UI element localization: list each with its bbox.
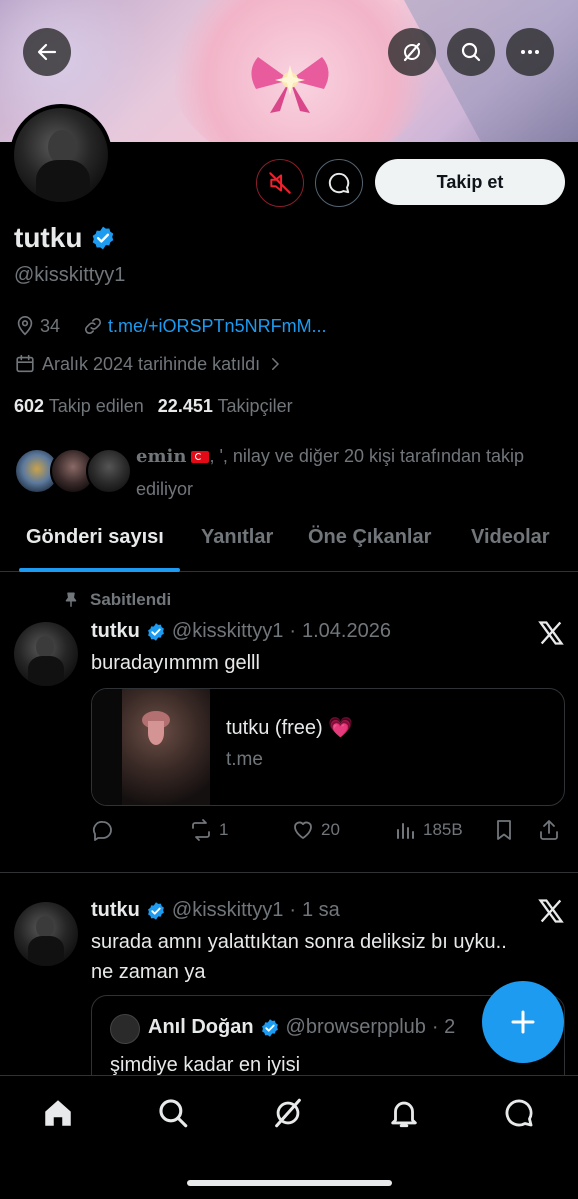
known-followers-text: emin , ', nilay ve diğer 20 kişi tarafın… bbox=[136, 446, 525, 499]
verified-badge-icon[interactable] bbox=[90, 225, 116, 251]
grok-icon[interactable] bbox=[271, 1096, 305, 1130]
follow-stats: 602 Takip edilen 22.451 Takipçiler bbox=[14, 396, 293, 417]
views-icon bbox=[397, 823, 414, 839]
quote-text: şimdiye kadar en iyisi bbox=[110, 1054, 301, 1076]
quote-avatar bbox=[110, 1014, 140, 1044]
follower-avatar bbox=[86, 448, 132, 494]
search-icon[interactable] bbox=[156, 1096, 190, 1130]
card-domain: t.me bbox=[226, 749, 263, 770]
tab-posts[interactable]: Gönderi sayısı bbox=[26, 526, 164, 549]
location-pin-icon bbox=[17, 316, 33, 336]
notifications-bell-icon[interactable] bbox=[387, 1096, 421, 1130]
tab-replies[interactable]: Yanıtlar bbox=[201, 526, 273, 549]
followers-stat[interactable]: 22.451 Takipçiler bbox=[158, 396, 293, 417]
post-avatar[interactable] bbox=[14, 622, 78, 686]
back-button[interactable] bbox=[23, 28, 71, 76]
card-thumbnail bbox=[92, 689, 210, 805]
profile-avatar[interactable] bbox=[10, 104, 112, 206]
link-card[interactable]: tutku (free) 💗 t.me bbox=[91, 688, 565, 806]
joined-date: Aralık 2024 tarihinde katıldı bbox=[42, 353, 261, 374]
tab-highlights[interactable]: Öne Çıkanlar bbox=[308, 526, 431, 549]
search-button[interactable] bbox=[447, 28, 495, 76]
chevron-right-icon bbox=[272, 358, 280, 370]
views-button[interactable]: 185B bbox=[393, 818, 463, 842]
profile-handle: @kisskittyy1 bbox=[14, 264, 126, 286]
home-indicator bbox=[187, 1180, 392, 1186]
profile-link[interactable]: t.me/+iORSPTn5NRFmM... bbox=[108, 316, 327, 337]
more-button[interactable] bbox=[506, 28, 554, 76]
retweet-button[interactable]: 1 bbox=[189, 818, 228, 842]
post-avatar[interactable] bbox=[14, 902, 78, 966]
x-logo-icon[interactable] bbox=[537, 897, 565, 925]
grok-icon bbox=[403, 42, 421, 62]
post-header: tutku @kisskittyy1 · 1.04.2026 bbox=[91, 620, 391, 642]
tab-videos[interactable]: Videolar bbox=[471, 526, 550, 549]
post-divider bbox=[0, 872, 578, 873]
quote-header: Anıl Doğan @browserpplub · 2 bbox=[148, 1016, 456, 1038]
heart-icon bbox=[294, 821, 312, 839]
reply-icon bbox=[92, 821, 112, 841]
joined-row[interactable]: Aralık 2024 tarihinde katıldı bbox=[14, 353, 284, 375]
home-icon[interactable] bbox=[41, 1096, 75, 1130]
muted-button[interactable] bbox=[256, 159, 304, 207]
profile-tabs: Gönderi sayısı Yanıtlar Öne Çıkanlar Vid… bbox=[0, 518, 578, 572]
grok-button[interactable] bbox=[388, 28, 436, 76]
share-button[interactable] bbox=[537, 818, 561, 842]
following-stat[interactable]: 602 Takip edilen bbox=[14, 396, 144, 417]
profile-location: 34 bbox=[40, 315, 61, 336]
flag-tr-icon bbox=[191, 451, 210, 464]
link-icon bbox=[84, 317, 102, 335]
search-icon bbox=[461, 42, 481, 62]
card-title: tutku (free) 💗 bbox=[226, 717, 354, 739]
post-actions: 1 20 185B bbox=[91, 818, 565, 848]
more-icon bbox=[521, 50, 539, 54]
post-header: tutku @kisskittyy1 · 1 sa bbox=[91, 899, 340, 921]
message-bubble-icon bbox=[328, 172, 350, 194]
x-logo-icon[interactable] bbox=[537, 619, 565, 647]
retweet-icon bbox=[192, 819, 210, 841]
compose-button[interactable] bbox=[482, 981, 564, 1063]
bookmark-icon bbox=[497, 820, 511, 840]
post-text: buradayımmm gelll bbox=[91, 652, 260, 674]
follow-button[interactable]: Takip et bbox=[375, 159, 565, 205]
post-text: surada amnı yalattıktan sonra deliksiz b… bbox=[91, 931, 507, 983]
message-button[interactable] bbox=[315, 159, 363, 207]
speaker-muted-icon bbox=[269, 172, 291, 194]
pinned-label-row: Sabitlendi bbox=[62, 590, 171, 610]
share-icon bbox=[540, 820, 558, 840]
calendar-icon bbox=[16, 354, 34, 373]
banner-bow-illustration bbox=[251, 57, 329, 113]
arrow-left-icon bbox=[37, 43, 57, 61]
active-tab-indicator bbox=[19, 568, 180, 572]
pin-icon bbox=[65, 592, 77, 607]
bookmark-button[interactable] bbox=[492, 818, 516, 842]
verified-badge-icon bbox=[147, 901, 164, 920]
display-name: tutku bbox=[14, 222, 83, 253]
known-followers[interactable]: emin , ', nilay ve diğer 20 kişi tarafın… bbox=[14, 440, 574, 500]
profile-name-row: tutku bbox=[14, 222, 116, 254]
verified-badge-icon bbox=[147, 622, 164, 641]
reply-button[interactable] bbox=[91, 818, 115, 842]
plus-icon bbox=[511, 1010, 535, 1034]
verified-badge-icon bbox=[261, 1018, 278, 1037]
messages-icon[interactable] bbox=[502, 1096, 536, 1130]
like-button[interactable]: 20 bbox=[291, 818, 340, 842]
profile-meta-row: 34 t.me/+iORSPTn5NRFmM... bbox=[14, 315, 327, 337]
